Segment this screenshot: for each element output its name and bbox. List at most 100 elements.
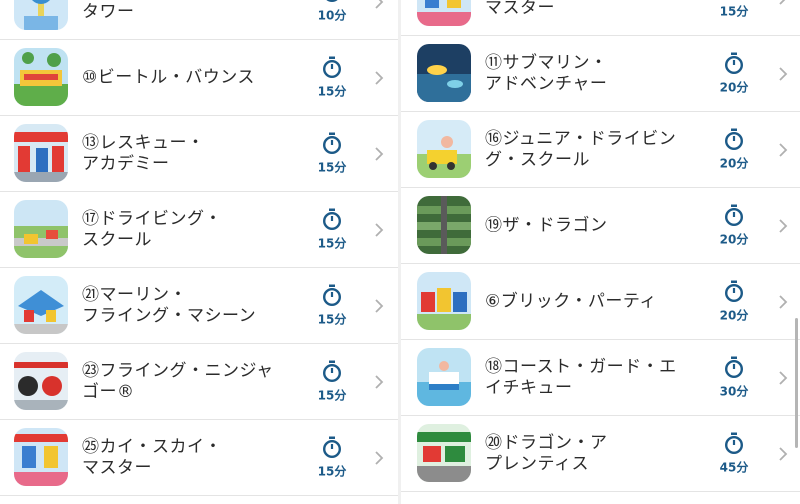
- chevron-right-icon: [375, 222, 384, 237]
- attraction-thumbnail: [417, 44, 471, 102]
- wait-time-label: 15分: [317, 464, 347, 478]
- chevron-right-icon: [375, 374, 384, 389]
- chevron-right-icon: [779, 218, 788, 233]
- wait-time: 15分: [312, 56, 352, 99]
- wait-time: 15分: [312, 436, 352, 479]
- chevron-right-icon: [779, 0, 785, 5]
- wait-time: 20分: [714, 280, 754, 323]
- chevron-right-icon: [375, 450, 384, 465]
- attraction-name: ㉕カイ・スカイ・ マスター: [82, 436, 222, 478]
- list-item[interactable]: ⑳ドラゴン・ア プレンティス 45分: [401, 416, 800, 492]
- wait-time: 15分: [312, 360, 352, 403]
- list-item[interactable]: ⑱コースト・ガード・エ イチキュー 30分: [401, 340, 800, 416]
- list-item[interactable]: ⑩ビートル・バウンス 15分: [0, 40, 398, 116]
- stopwatch-icon: [724, 280, 744, 302]
- stopwatch-icon: [322, 56, 342, 78]
- stopwatch-icon: [724, 204, 744, 226]
- attraction-name: ⑲ザ・ドラゴン: [485, 215, 608, 235]
- chevron-right-icon: [375, 70, 384, 85]
- chevron-right-icon: [375, 0, 384, 9]
- attraction-thumbnail: [14, 0, 68, 30]
- list-item[interactable]: ⑰ドライビング・ スクール 15分: [0, 192, 398, 268]
- list-item[interactable]: ㉕カイ・スカイ・ マスター 15分: [0, 420, 398, 496]
- list-item[interactable]: ㉕カイ・スカイ・ マスター 15分: [401, 0, 800, 36]
- wait-time-label: 20分: [719, 156, 749, 170]
- attraction-name: ⑱コースト・ガード・エ イチキュー: [485, 356, 677, 398]
- wait-time-label: 20分: [719, 308, 749, 322]
- attraction-thumbnail: [417, 196, 471, 254]
- list-item[interactable]: ⑲ザ・ドラゴン 20分: [401, 188, 800, 264]
- attraction-thumbnail: [14, 428, 68, 486]
- wait-time-label: 15分: [317, 312, 347, 326]
- wait-time-label: 15分: [719, 4, 749, 18]
- wait-time: 15分: [312, 208, 352, 251]
- attraction-thumbnail: [417, 348, 471, 406]
- attraction-thumbnail: [417, 0, 471, 26]
- attraction-name: ⑰ドライビング・ スクール: [82, 208, 222, 250]
- wait-time: 15分: [312, 284, 352, 327]
- chevron-right-icon: [375, 146, 384, 161]
- attraction-thumbnail: [417, 120, 471, 178]
- attraction-thumbnail: [14, 352, 68, 410]
- wait-time-label: 15分: [317, 236, 347, 250]
- right-column: ㉕カイ・スカイ・ マスター 15分 ⑪サブマリン・ アドベンチャー 20分 ⑯ジ…: [401, 0, 800, 504]
- attraction-name: ㉕カイ・スカイ・ マスター: [485, 0, 555, 18]
- stopwatch-icon: [724, 128, 744, 150]
- stopwatch-icon: [322, 360, 342, 382]
- attraction-name: ⑬レスキュー・ アカデミー: [82, 132, 205, 174]
- wait-time: 20分: [714, 52, 754, 95]
- stopwatch-icon: [327, 0, 337, 2]
- list-item[interactable]: ㉓フライング・ニンジャ ゴー® 15分: [0, 344, 398, 420]
- list-item[interactable]: ⑯ジュニア・ドライビン グ・スクール 20分: [401, 112, 800, 188]
- list-item[interactable]: ⑥ブリック・パーティ 20分: [401, 264, 800, 340]
- attraction-name: ⑯ジュニア・ドライビン グ・スクール: [485, 128, 677, 170]
- list-item[interactable]: ⑬レスキュー・ アカデミー 15分: [0, 116, 398, 192]
- stopwatch-icon: [724, 356, 744, 378]
- wait-time-label: 30分: [719, 384, 749, 398]
- stopwatch-icon: [724, 432, 744, 454]
- wait-time-label: 20分: [719, 232, 749, 246]
- stopwatch-icon: [322, 208, 342, 230]
- attraction-thumbnail: [14, 276, 68, 334]
- wait-time: 10分: [312, 0, 352, 23]
- list-item[interactable]: ⑤オブザベーション・ タワー 10分: [0, 0, 398, 40]
- attraction-name: ㉑マーリン・ フライング・マシーン: [82, 284, 257, 326]
- chevron-right-icon: [779, 294, 788, 309]
- attraction-thumbnail: [14, 124, 68, 182]
- wait-time: 20分: [714, 128, 754, 171]
- wait-time-label: 15分: [317, 388, 347, 402]
- wait-time-label: 15分: [317, 84, 347, 98]
- stopwatch-icon: [322, 284, 342, 306]
- left-column: ⑤オブザベーション・ タワー 10分 ⑩ビートル・バウンス 15分 ⑬レスキュー…: [0, 0, 398, 504]
- attraction-name: ⑳ドラゴン・ア プレンティス: [485, 432, 608, 474]
- attraction-name: ⑤オブザベーション・ タワー: [82, 0, 254, 22]
- wait-time: 20分: [714, 204, 754, 247]
- stopwatch-icon: [322, 436, 342, 458]
- attraction-name: ⑥ブリック・パーティ: [485, 291, 657, 311]
- wait-time-label: 15分: [317, 160, 347, 174]
- wait-time-label: 10分: [317, 8, 347, 22]
- attraction-thumbnail: [417, 424, 471, 482]
- attraction-thumbnail: [14, 48, 68, 106]
- list-item[interactable]: ㉑マーリン・ フライング・マシーン 15分: [0, 268, 398, 344]
- attraction-thumbnail: [417, 272, 471, 330]
- attraction-name: ㉓フライング・ニンジャ ゴー®: [82, 360, 274, 402]
- wait-time: 15分: [312, 132, 352, 175]
- wait-time: 45分: [714, 432, 754, 475]
- attraction-name: ⑩ビートル・バウンス: [82, 67, 255, 87]
- stopwatch-icon: [322, 132, 342, 154]
- wait-time: 15分: [714, 0, 754, 19]
- chevron-right-icon: [375, 298, 384, 313]
- scrollbar[interactable]: [795, 318, 798, 448]
- list-item[interactable]: ⑪サブマリン・ アドベンチャー 20分: [401, 36, 800, 112]
- attraction-name: ⑪サブマリン・ アドベンチャー: [485, 52, 608, 94]
- stopwatch-icon: [724, 52, 744, 74]
- wait-time-label: 20分: [719, 80, 749, 94]
- attraction-list-right: ㉕カイ・スカイ・ マスター 15分 ⑪サブマリン・ アドベンチャー 20分 ⑯ジ…: [401, 0, 800, 492]
- chevron-right-icon: [779, 370, 788, 385]
- wait-time: 30分: [714, 356, 754, 399]
- attraction-thumbnail: [14, 200, 68, 258]
- chevron-right-icon: [779, 66, 788, 81]
- attraction-list-left: ⑤オブザベーション・ タワー 10分 ⑩ビートル・バウンス 15分 ⑬レスキュー…: [0, 0, 398, 496]
- chevron-right-icon: [779, 142, 788, 157]
